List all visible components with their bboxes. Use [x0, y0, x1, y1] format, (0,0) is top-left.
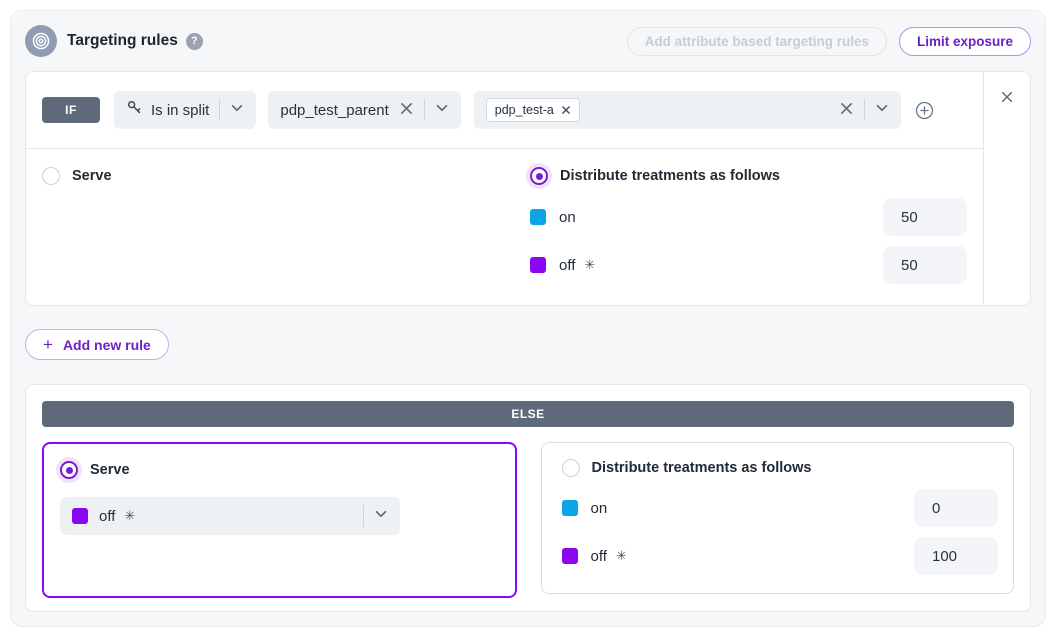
- treatment-row-off: off ✳: [530, 246, 967, 284]
- chevron-down-icon: [435, 101, 449, 120]
- treatment-row-on: on: [530, 198, 967, 236]
- else-treatment-on-percent-input[interactable]: [914, 489, 998, 527]
- if-badge: IF: [42, 97, 100, 123]
- rule-condition-row: IF Is in split pdp_test_par: [26, 72, 983, 149]
- matcher-select[interactable]: Is in split: [114, 91, 256, 129]
- help-icon[interactable]: ?: [186, 33, 203, 50]
- clear-values-icon[interactable]: [839, 101, 854, 119]
- treatment-row-off: off ✳: [562, 537, 999, 575]
- rule-serve-section: Serve Distribute treatments as follows o…: [26, 149, 983, 305]
- treatment-off-percent-input[interactable]: [883, 246, 967, 284]
- chevron-down-icon: [875, 101, 889, 120]
- treatment-on-percent-input[interactable]: [883, 198, 967, 236]
- add-new-rule-label: Add new rule: [63, 337, 151, 353]
- treatment-values-select[interactable]: pdp_test-a: [474, 91, 901, 129]
- else-badge: ELSE: [42, 401, 1014, 427]
- default-treatment-icon: ✳: [616, 548, 627, 564]
- treatment-name: on: [591, 500, 608, 517]
- else-rule-card: ELSE Serve off ✳: [25, 384, 1031, 612]
- default-treatment-icon: ✳: [124, 508, 135, 524]
- split-select-value: pdp_test_parent: [280, 102, 388, 119]
- treatment-off-swatch: [72, 508, 88, 524]
- default-treatment-icon: ✳: [584, 257, 595, 273]
- targeting-rules-panel: Targeting rules ? Add attribute based ta…: [10, 10, 1046, 627]
- limit-exposure-button[interactable]: Limit exposure: [899, 27, 1031, 56]
- treatment-off-swatch: [530, 257, 546, 273]
- else-treatment-off-percent-input[interactable]: [914, 537, 998, 575]
- chevron-down-icon: [374, 507, 388, 526]
- add-attribute-rules-button[interactable]: Add attribute based targeting rules: [627, 27, 887, 56]
- distribute-label: Distribute treatments as follows: [560, 168, 780, 184]
- plus-icon: +: [43, 335, 53, 355]
- clear-split-icon[interactable]: [399, 101, 414, 119]
- else-serve-label: Serve: [90, 462, 130, 478]
- remove-chip-icon[interactable]: [561, 105, 571, 115]
- serve-label: Serve: [72, 168, 112, 184]
- treatment-on-swatch: [530, 209, 546, 225]
- page-title: Targeting rules: [67, 32, 178, 50]
- treatment-off-swatch: [562, 548, 578, 564]
- treatment-name: on: [559, 209, 576, 226]
- else-distribute-card: Distribute treatments as follows on off …: [541, 442, 1015, 594]
- value-chip: pdp_test-a: [486, 98, 580, 122]
- add-condition-button[interactable]: [915, 101, 934, 120]
- treatment-name: off: [559, 257, 575, 274]
- serve-radio[interactable]: [42, 167, 60, 185]
- else-distribute-radio[interactable]: [562, 459, 580, 477]
- panel-header: Targeting rules ? Add attribute based ta…: [25, 25, 1031, 57]
- add-new-rule-button[interactable]: + Add new rule: [25, 329, 169, 360]
- treatment-name: off: [591, 548, 607, 565]
- matcher-value: Is in split: [151, 102, 209, 119]
- else-serve-radio[interactable]: [60, 461, 78, 479]
- value-chip-label: pdp_test-a: [495, 103, 554, 117]
- chevron-down-icon: [230, 101, 244, 120]
- split-select[interactable]: pdp_test_parent: [268, 91, 460, 129]
- distribute-radio[interactable]: [530, 167, 548, 185]
- else-serve-treatment-select[interactable]: off ✳: [60, 497, 400, 535]
- key-icon: [126, 99, 143, 121]
- serve-treatment-value: off: [99, 508, 115, 525]
- rule-card: IF Is in split pdp_test_par: [25, 71, 1031, 306]
- else-serve-card: Serve off ✳: [42, 442, 517, 598]
- target-icon: [25, 25, 57, 57]
- else-distribute-label: Distribute treatments as follows: [592, 460, 812, 476]
- treatment-on-swatch: [562, 500, 578, 516]
- remove-rule-button[interactable]: [1000, 89, 1014, 107]
- treatment-row-on: on: [562, 489, 999, 527]
